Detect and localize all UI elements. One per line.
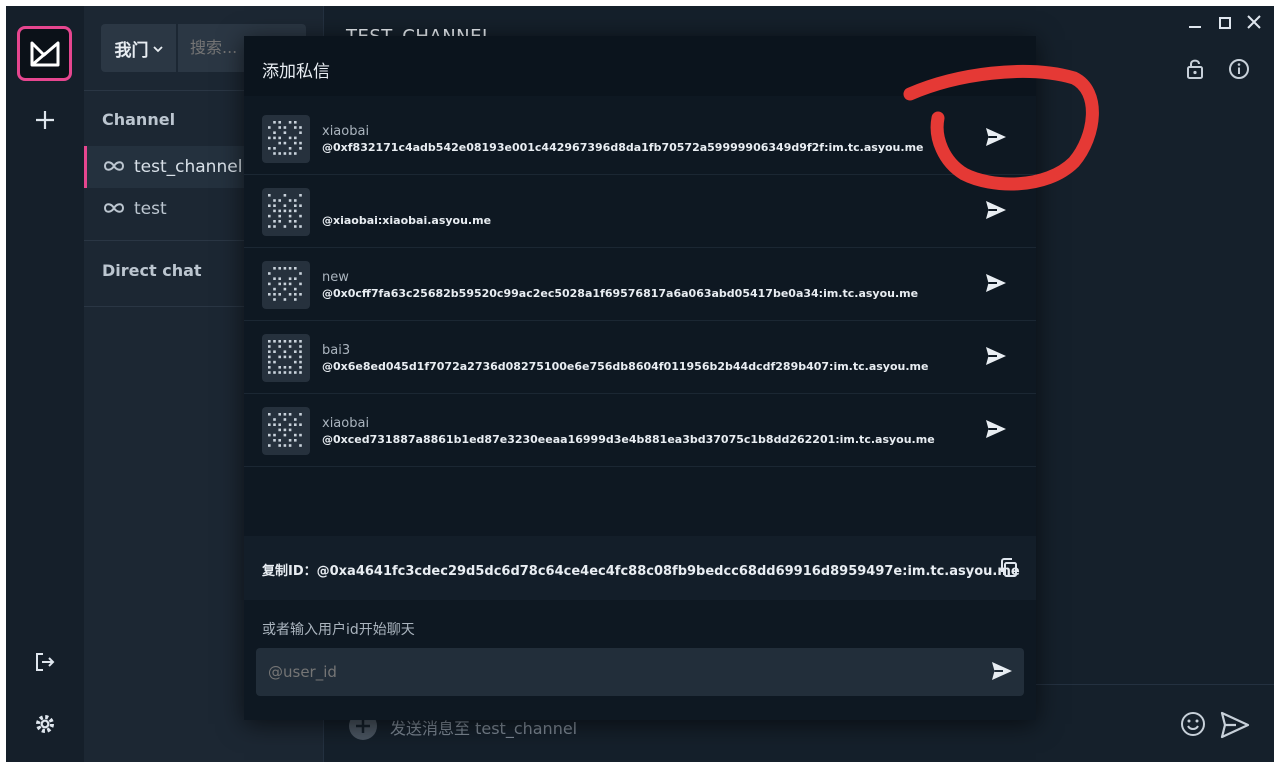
copy-icon <box>1001 558 1017 577</box>
minimize-icon <box>1189 26 1201 28</box>
user-id: @0xced731887a8861b1ed87e3230eeaa16999d3e… <box>322 433 935 446</box>
copy-id-bar: 复制ID：@0xa4641fc3cdec29d5dc6d78c64ce4ec4f… <box>244 536 1036 600</box>
settings-button[interactable] <box>6 702 84 746</box>
user-row[interactable]: xiaobai @0xced731887a8861b1ed87e3230eeaa1… <box>244 394 1036 467</box>
logout-button[interactable] <box>6 640 84 684</box>
send-message-button[interactable] <box>984 199 1012 225</box>
send-icon <box>986 420 1006 438</box>
chevron-down-icon <box>152 38 163 58</box>
infinity-icon <box>102 157 126 177</box>
send-message-button[interactable] <box>984 126 1012 152</box>
room-name: test_channel <box>134 157 243 177</box>
app-window: 我门 Channel test_channel test Direct chat… <box>6 6 1274 762</box>
user-id: @0x6e8ed045d1f7072a2736d08275100e6e756db… <box>322 360 929 373</box>
lock-button[interactable] <box>1186 58 1204 84</box>
info-button[interactable] <box>1228 58 1250 84</box>
user-name: bai3 <box>322 343 351 358</box>
logo-icon[interactable] <box>17 26 72 81</box>
direct-chat-section-label: Direct chat <box>102 261 202 280</box>
send-icon <box>986 128 1006 146</box>
user-name: new <box>322 270 349 285</box>
send-icon <box>986 201 1006 219</box>
avatar <box>262 334 310 382</box>
emoji-icon <box>1181 712 1205 736</box>
add-dm-modal: 添加私信 xiaobai @0xf832171c4adb542e08193e001… <box>244 36 1036 720</box>
send-icon <box>986 347 1006 365</box>
user-name: xiaobai <box>322 124 370 139</box>
minimize-button[interactable] <box>1188 14 1202 35</box>
modal-title: 添加私信 <box>262 62 330 82</box>
user-id: @0xf832171c4adb542e08193e001c442967396d8… <box>322 141 924 154</box>
user-id: @xiaobai:xiaobai.asyou.me <box>322 214 492 227</box>
lock-icon <box>1187 59 1203 79</box>
start-chat-hint: 或者输入用户id开始聊天 <box>262 622 415 638</box>
send-icon <box>986 274 1006 292</box>
send-icon <box>992 662 1012 680</box>
user-row[interactable]: @xiaobai:xiaobai.asyou.me <box>244 175 1036 248</box>
close-button[interactable] <box>1246 14 1262 35</box>
channel-section-label: Channel <box>102 110 176 129</box>
user-name: xiaobai <box>322 416 370 431</box>
composer-send-button[interactable] <box>1220 711 1250 743</box>
copy-button[interactable] <box>1000 558 1018 582</box>
send-message-button[interactable] <box>984 418 1012 444</box>
maximize-icon <box>1219 17 1231 29</box>
send-icon <box>1220 711 1250 739</box>
space-label: 我门 <box>114 40 149 61</box>
user-id-send-button[interactable] <box>990 660 1014 686</box>
close-icon <box>1247 15 1261 29</box>
avatar <box>262 261 310 309</box>
emoji-button[interactable] <box>1180 711 1206 741</box>
user-row[interactable]: bai3 @0x6e8ed045d1f7072a2736d08275100e6e7… <box>244 321 1036 394</box>
user-id: @0x0cff7fa63c25682b59520c99ac2ec5028a1f6… <box>322 287 919 300</box>
user-row[interactable]: new @0x0cff7fa63c25682b59520c99ac2ec5028a… <box>244 248 1036 321</box>
space-select[interactable]: 我门 <box>101 24 176 72</box>
plus-icon <box>34 109 56 131</box>
avatar <box>262 407 310 455</box>
info-icon <box>1229 59 1249 79</box>
user-id-input[interactable] <box>256 648 1024 696</box>
add-space-button[interactable] <box>6 98 84 142</box>
avatar <box>262 188 310 236</box>
send-message-button[interactable] <box>984 345 1012 371</box>
send-message-button[interactable] <box>984 272 1012 298</box>
copy-id-text: 复制ID：@0xa4641fc3cdec29d5dc6d78c64ce4ec4f… <box>262 564 1020 579</box>
room-name: test <box>134 199 167 219</box>
infinity-icon <box>102 199 126 219</box>
settings-icon <box>34 713 56 735</box>
avatar <box>262 115 310 163</box>
user-row[interactable]: xiaobai @0xf832171c4adb542e08193e001c4429… <box>244 102 1036 175</box>
modal-header: 添加私信 <box>244 36 1036 96</box>
logout-icon <box>34 651 56 673</box>
maximize-button[interactable] <box>1218 14 1232 35</box>
left-rail <box>6 6 84 762</box>
